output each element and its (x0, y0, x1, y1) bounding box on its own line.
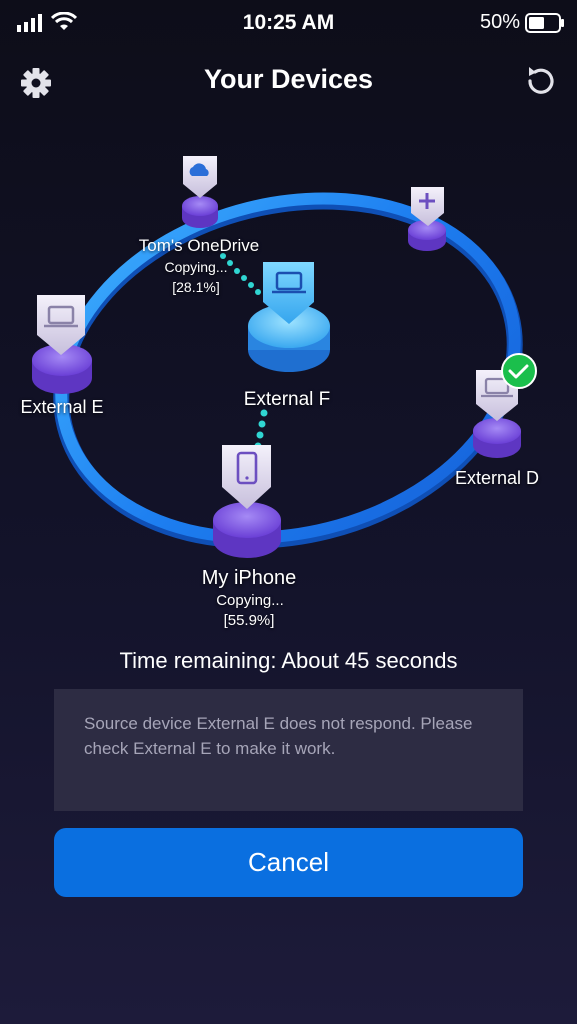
onedrive-label: Tom's OneDrive (138, 236, 260, 255)
cancel-button[interactable]: Cancel (54, 828, 523, 897)
iphone-status: Copying... (216, 592, 284, 609)
checkmark-icon (501, 353, 537, 389)
onedrive-progress: [28.1%] (172, 279, 220, 295)
battery-percentage: 50% (479, 11, 520, 33)
external-d-label: External D (454, 468, 540, 488)
external-f-node (248, 262, 330, 372)
error-message-box: Source device External E does not respon… (54, 689, 523, 811)
iphone-node (213, 445, 281, 558)
iphone-label: My iPhone (201, 567, 297, 589)
external-f-label: External F (243, 389, 331, 410)
onedrive-status: Copying... (164, 259, 228, 275)
external-d-node (473, 353, 537, 458)
status-bar: 10:25 AM 50% (0, 0, 577, 46)
iphone-progress: [55.9%] (223, 612, 275, 629)
device-network-diagram (32, 156, 537, 558)
battery-icon (525, 13, 564, 33)
onedrive-node (182, 156, 218, 228)
time-remaining: Time remaining: About 45 seconds (119, 648, 458, 673)
external-e-node (32, 295, 92, 394)
error-message-text: Source device External E does not respon… (84, 714, 473, 758)
page-title: Your Devices (203, 64, 374, 94)
refresh-icon[interactable] (521, 61, 561, 101)
external-e-label: External E (20, 397, 104, 417)
